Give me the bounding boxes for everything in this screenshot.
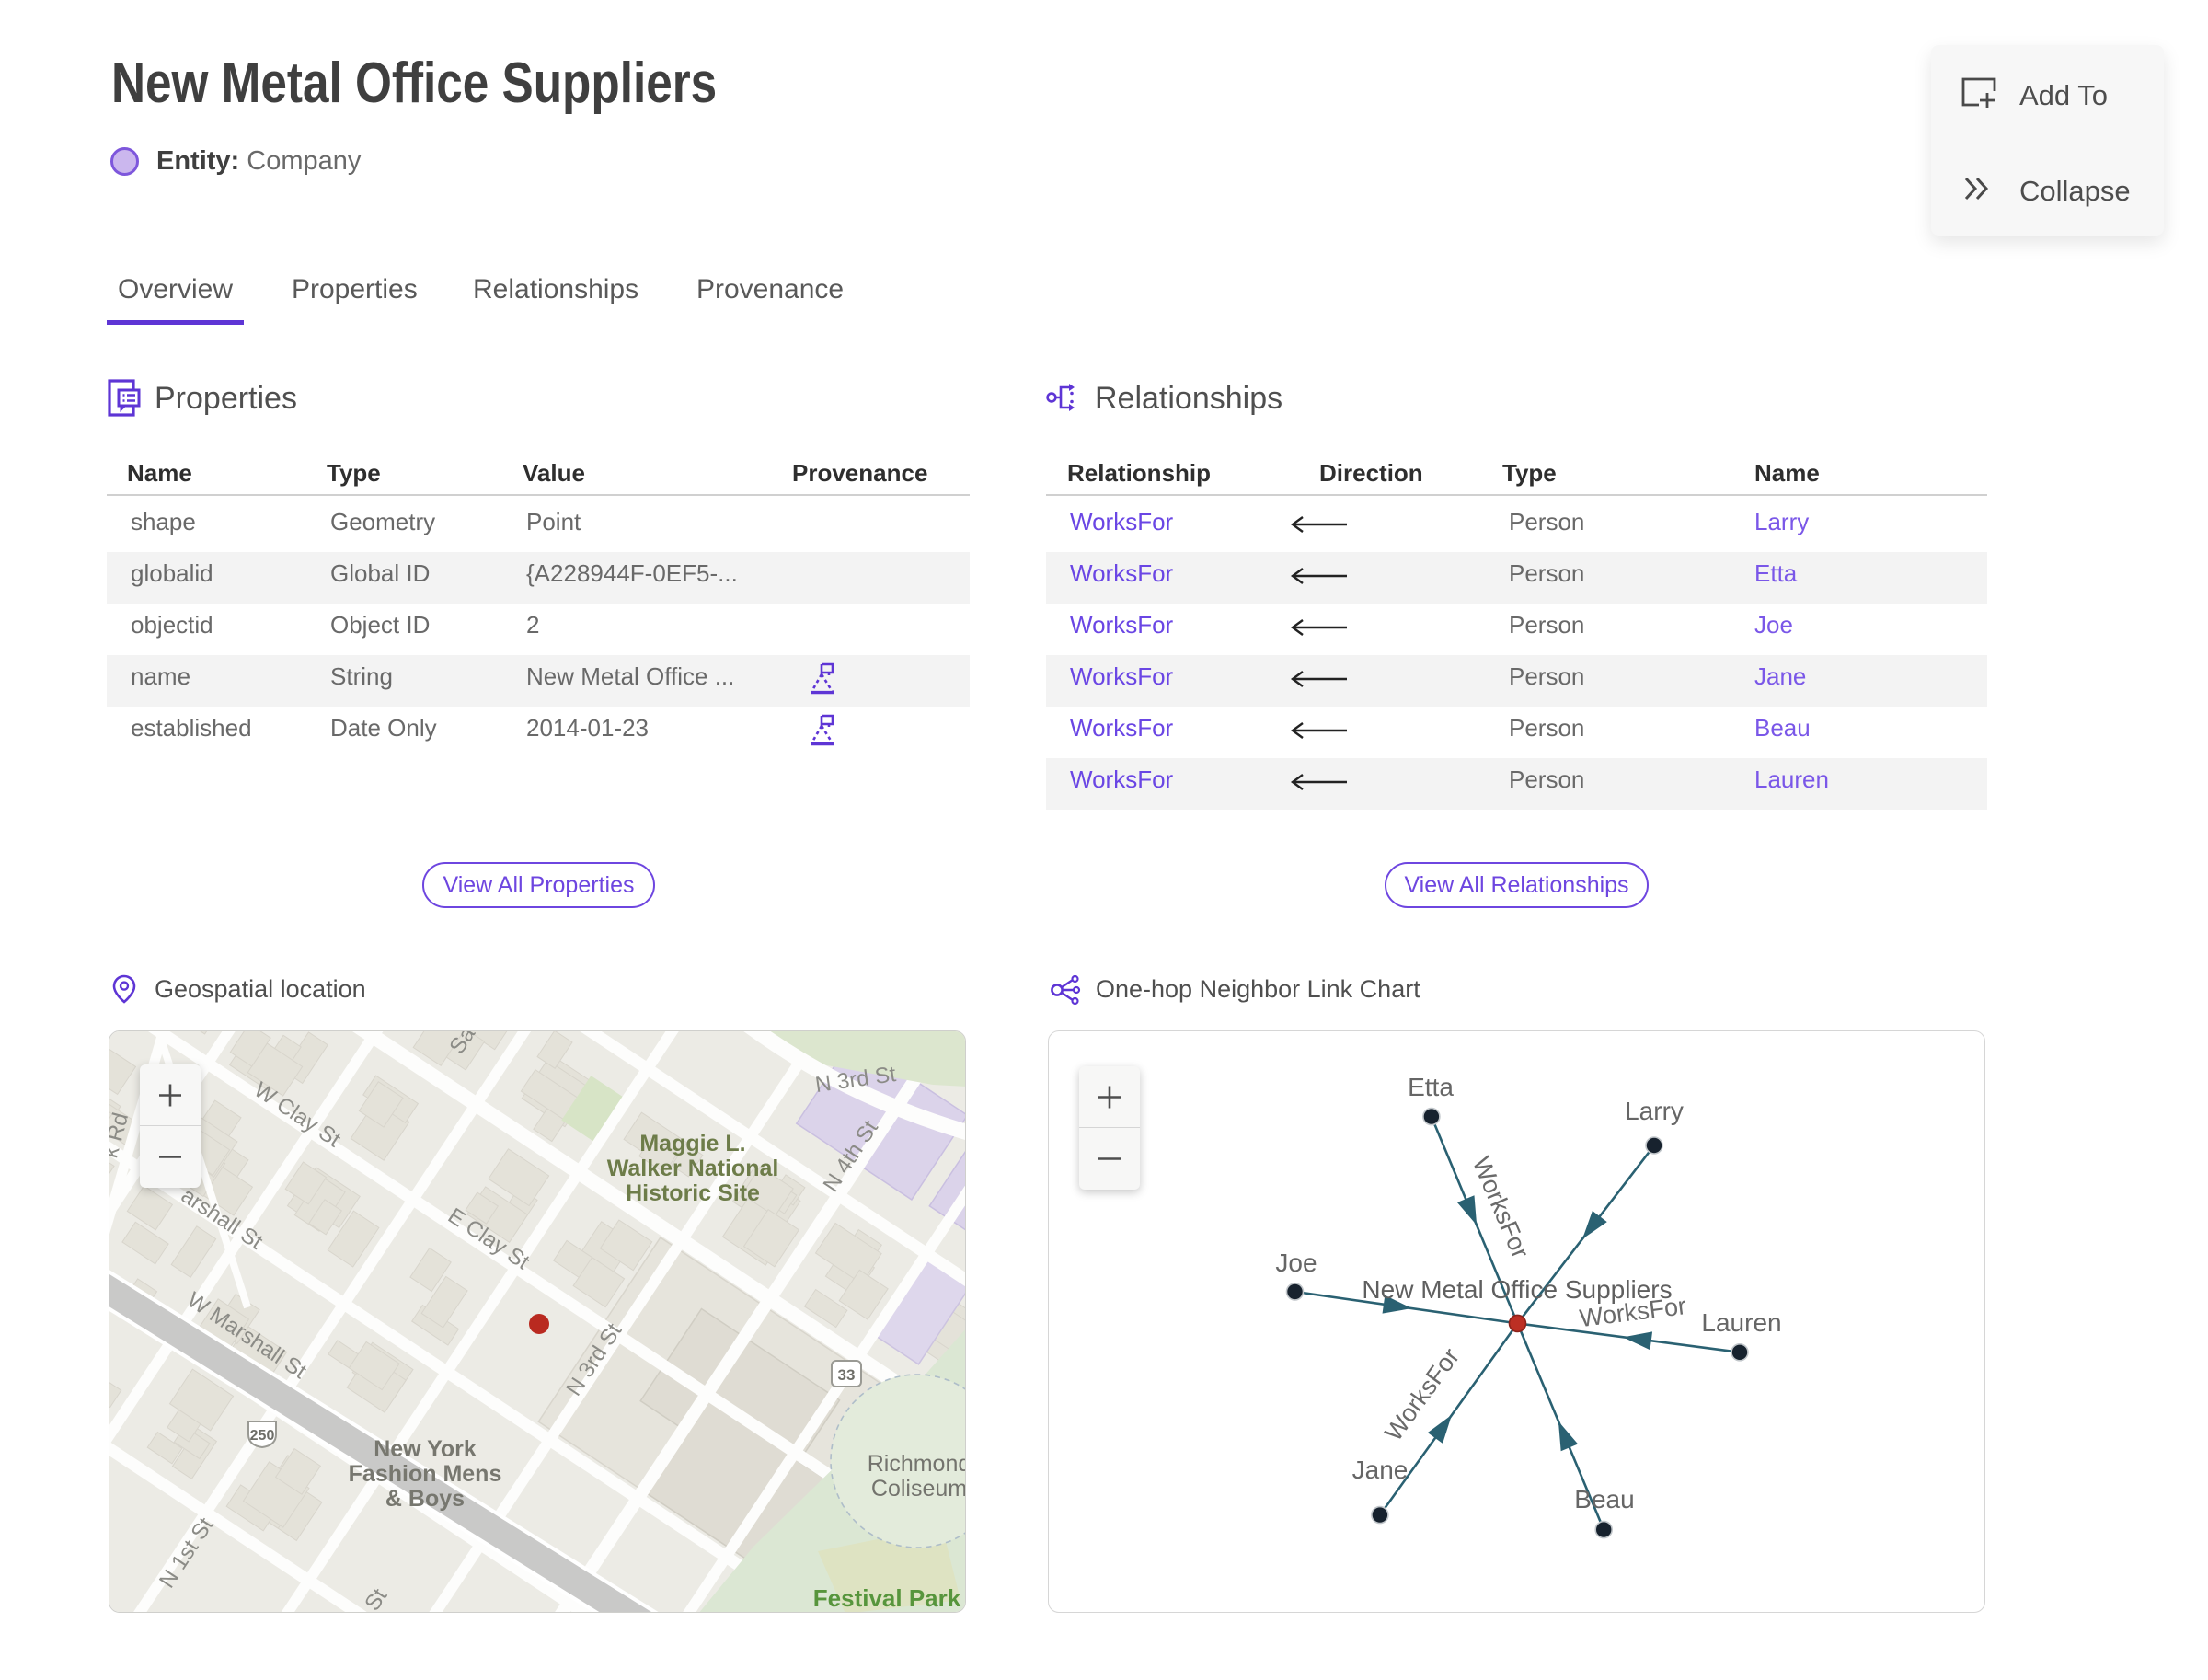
svg-text:& Boys: & Boys bbox=[385, 1486, 465, 1512]
svg-text:Coliseum: Coliseum bbox=[871, 1476, 966, 1502]
svg-text:Walker National: Walker National bbox=[607, 1156, 779, 1181]
svg-text:Beau: Beau bbox=[1574, 1485, 1634, 1513]
svg-text:Richmond: Richmond bbox=[868, 1451, 966, 1477]
svg-text:Fashion Mens: Fashion Mens bbox=[349, 1461, 502, 1487]
svg-text:250: 250 bbox=[250, 1428, 275, 1444]
svg-text:Festival Park: Festival Park bbox=[813, 1584, 961, 1612]
svg-text:Etta: Etta bbox=[1408, 1073, 1454, 1101]
svg-text:WorksFor: WorksFor bbox=[1467, 1153, 1535, 1262]
svg-text:Historic Site: Historic Site bbox=[626, 1180, 760, 1206]
svg-text:Maggie L.: Maggie L. bbox=[639, 1131, 745, 1156]
svg-text:Joe: Joe bbox=[1275, 1248, 1317, 1277]
svg-text:Larry: Larry bbox=[1625, 1097, 1684, 1125]
svg-text:Lauren: Lauren bbox=[1701, 1308, 1781, 1337]
svg-text:33: 33 bbox=[838, 1366, 856, 1384]
svg-text:New York: New York bbox=[374, 1436, 477, 1462]
svg-text:Jane: Jane bbox=[1352, 1456, 1409, 1484]
svg-text:WorksFor: WorksFor bbox=[1379, 1343, 1465, 1446]
